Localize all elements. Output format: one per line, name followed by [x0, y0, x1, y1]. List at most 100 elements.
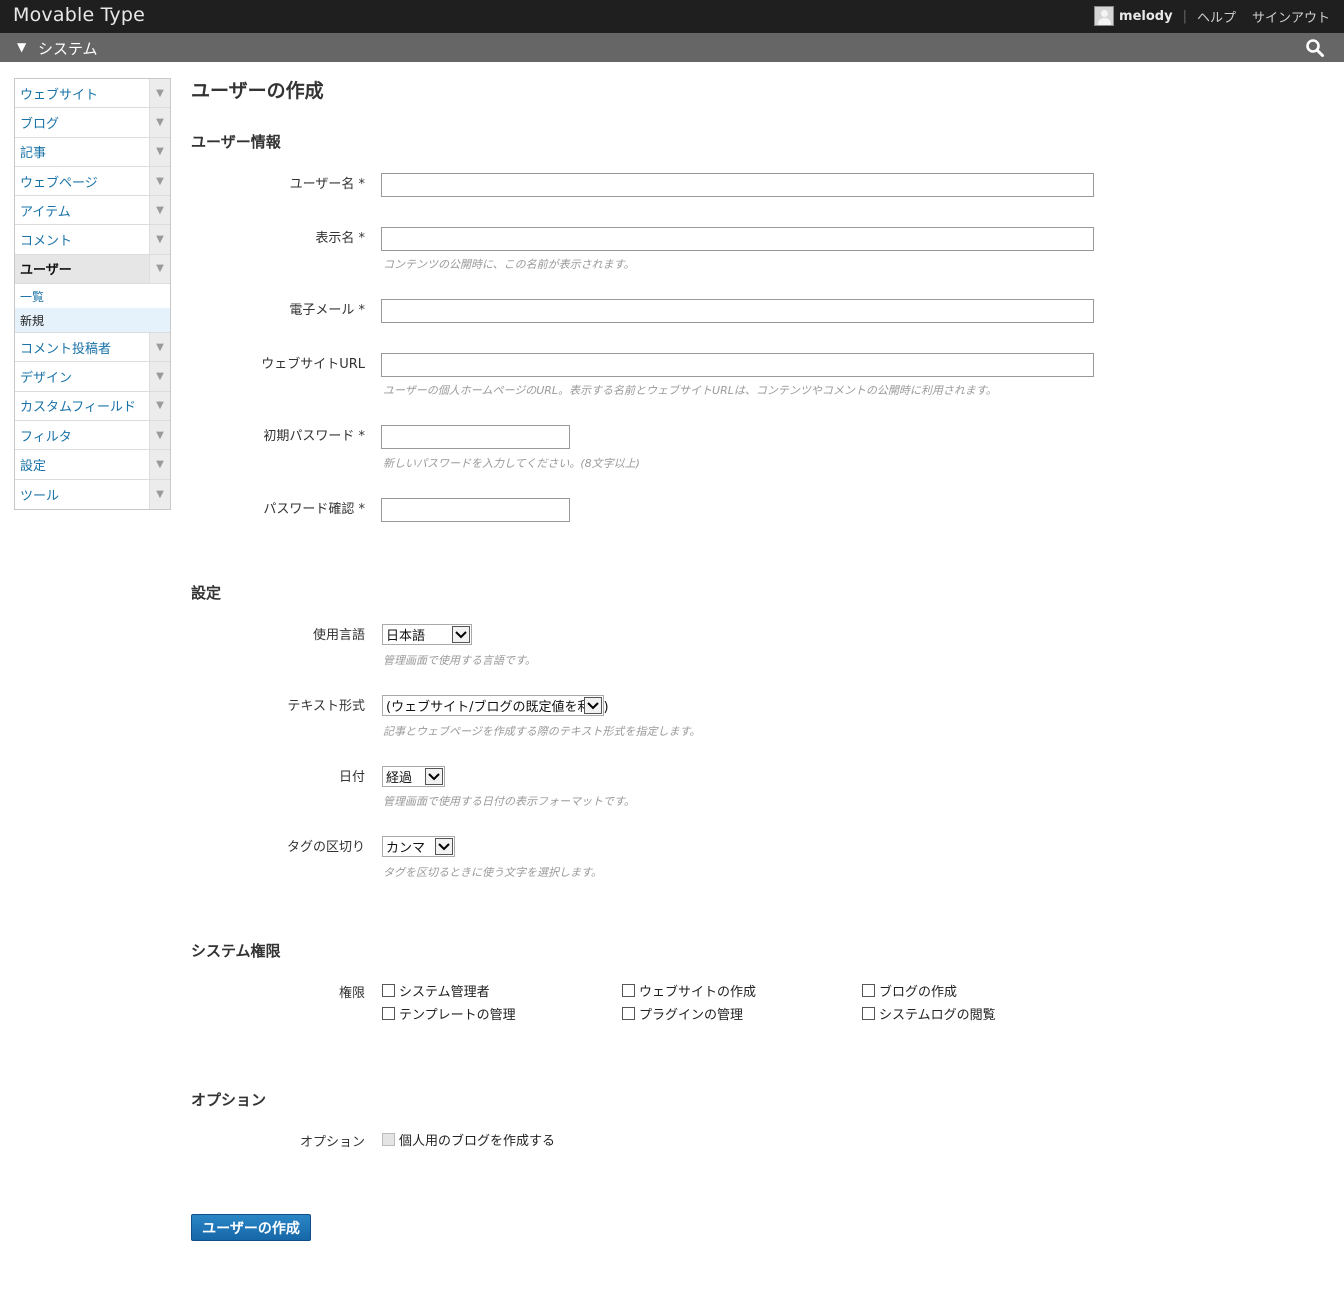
perm-label: システムログの閲覧: [879, 1008, 996, 1023]
triangle-down-icon[interactable]: ▼: [149, 362, 170, 391]
create-user-button[interactable]: ユーザーの作成: [191, 1214, 311, 1241]
sidebar-item-design[interactable]: デザイン ▼: [15, 362, 170, 392]
triangle-down-icon[interactable]: ▼: [149, 79, 170, 108]
triangle-down-icon[interactable]: ▼: [149, 137, 170, 166]
displayname-field[interactable]: [381, 227, 1094, 251]
sidebar-item-label[interactable]: ウェブページ: [20, 172, 98, 191]
tagdelim-label: タグの区切り: [286, 840, 365, 855]
triangle-down-icon[interactable]: ▼: [149, 254, 170, 284]
brand-logo[interactable]: Movable Type: [13, 4, 145, 26]
language-select-value: 日本語: [386, 629, 426, 644]
chevron-down-icon[interactable]: [452, 626, 470, 643]
textformat-select[interactable]: (ウェブサイト/ブログの既定値を利用): [382, 695, 609, 716]
triangle-down-icon[interactable]: ▼: [149, 108, 170, 137]
username-link[interactable]: melody: [1119, 9, 1173, 24]
checkbox[interactable]: [382, 1133, 395, 1146]
sidebar-item-websites[interactable]: ウェブサイト ▼: [15, 79, 170, 109]
email-field[interactable]: [381, 299, 1094, 323]
date-hint: 管理画面で使用する日付の表示フォーマットです。: [383, 795, 635, 808]
sidebar-item-commenters[interactable]: コメント投稿者 ▼: [15, 333, 170, 363]
sidebar-item-label[interactable]: カスタムフィールド: [20, 396, 136, 415]
perm-label: システム管理者: [399, 985, 490, 1000]
url-label: ウェブサイトURL: [261, 357, 365, 372]
sidebar-item-label[interactable]: コメント: [20, 230, 72, 249]
checkbox[interactable]: [622, 1007, 635, 1020]
language-select[interactable]: 日本語: [382, 624, 472, 645]
user-area: melody | ヘルプ サインアウト: [1094, 6, 1330, 26]
sidebar-subitem-list[interactable]: 一覧: [15, 284, 170, 308]
sidebar-item-label[interactable]: アイテム: [20, 201, 71, 220]
url-hint: ユーザーの個人ホームページのURL。表示する名前とウェブサイトURLは、コンテン…: [383, 384, 997, 397]
checkbox[interactable]: [382, 984, 395, 997]
password-field[interactable]: [381, 425, 570, 449]
sidebar-item-label[interactable]: 設定: [20, 455, 46, 474]
sidebar-item-label[interactable]: フィルタ: [20, 426, 72, 445]
search-icon[interactable]: [1305, 38, 1325, 58]
checkbox[interactable]: [622, 984, 635, 997]
displayname-hint: コンテンツの公開時に、この名前が表示されます。: [383, 258, 635, 271]
displayname-label: 表示名 *: [315, 231, 365, 246]
sidebar-item-label[interactable]: ブログ: [20, 113, 59, 132]
tag-delimiter-select[interactable]: カンマ: [382, 836, 455, 857]
date-format-select[interactable]: 経過: [382, 766, 445, 787]
sidebar-item-users[interactable]: ユーザー ▼: [15, 254, 170, 285]
triangle-down-icon[interactable]: ▼: [149, 450, 170, 479]
password-confirm-field[interactable]: [381, 498, 570, 522]
username-field[interactable]: [381, 173, 1094, 197]
triangle-down-icon[interactable]: ▼: [149, 333, 170, 362]
triangle-down-icon[interactable]: ▼: [149, 196, 170, 225]
sidebar-item-label[interactable]: コメント投稿者: [20, 338, 111, 357]
sidebar-item-label[interactable]: ユーザー: [20, 259, 72, 278]
tag-delimiter-select-value: カンマ: [386, 841, 426, 856]
sidebar-item-assets[interactable]: アイテム ▼: [15, 196, 170, 226]
chevron-down-icon[interactable]: [435, 838, 453, 855]
sidebar-item-label[interactable]: デザイン: [20, 367, 72, 386]
header-separator: |: [1182, 8, 1187, 24]
sidebar-item-label[interactable]: ウェブサイト: [20, 84, 98, 103]
triangle-down-icon[interactable]: ▼: [149, 166, 170, 196]
page-title: ユーザーの作成: [191, 80, 324, 102]
sidebar-item-comments[interactable]: コメント ▼: [15, 225, 170, 255]
sidebar-item-filters[interactable]: フィルタ ▼: [15, 420, 170, 451]
language-hint: 管理画面で使用する言語です。: [383, 654, 536, 667]
date-format-select-value: 経過: [386, 771, 413, 786]
help-link[interactable]: ヘルプ: [1197, 7, 1236, 26]
sidebar-item-blogs[interactable]: ブログ ▼: [15, 108, 170, 138]
create-personal-blog-option[interactable]: 個人用のブログを作成する: [382, 1130, 555, 1149]
password-label: 初期パスワード *: [263, 429, 365, 444]
perm-view-system-log[interactable]: システムログの閲覧: [862, 1004, 996, 1023]
perm-manage-plugins[interactable]: プラグインの管理: [622, 1004, 743, 1023]
perm-create-blog[interactable]: ブログの作成: [862, 981, 957, 1000]
perm-manage-templates[interactable]: テンプレートの管理: [382, 1004, 516, 1023]
triangle-down-icon[interactable]: ▼: [17, 40, 26, 54]
avatar-icon[interactable]: [1094, 6, 1115, 26]
checkbox[interactable]: [382, 1007, 395, 1020]
section-title-user-info: ユーザー情報: [191, 133, 281, 151]
perm-system-admin[interactable]: システム管理者: [382, 981, 490, 1000]
signout-link[interactable]: サインアウト: [1252, 7, 1330, 26]
system-bar: ▼ システム: [0, 33, 1344, 62]
triangle-down-icon[interactable]: ▼: [149, 479, 170, 509]
sidebar-item-entries[interactable]: 記事 ▼: [15, 137, 170, 167]
perm-label: テンプレートの管理: [399, 1008, 516, 1023]
chevron-down-icon[interactable]: [584, 697, 602, 714]
triangle-down-icon[interactable]: ▼: [149, 225, 170, 254]
sidebar-item-settings[interactable]: 設定 ▼: [15, 450, 170, 480]
sidebar-subitem-new[interactable]: 新規: [15, 308, 170, 333]
sidebar-item-label[interactable]: 記事: [20, 142, 46, 161]
sidebar-menu: ウェブサイト ▼ ブログ ▼ 記事 ▼ ウェブページ ▼ アイテム ▼ コメント…: [14, 78, 171, 510]
checkbox[interactable]: [862, 1007, 875, 1020]
url-field[interactable]: [381, 353, 1094, 377]
sidebar-item-pages[interactable]: ウェブページ ▼: [15, 166, 170, 197]
triangle-down-icon[interactable]: ▼: [149, 420, 170, 450]
checkbox[interactable]: [862, 984, 875, 997]
sidebar-item-label[interactable]: ツール: [20, 485, 59, 504]
chevron-down-icon[interactable]: [425, 768, 443, 785]
sidebar-item-custom-fields[interactable]: カスタムフィールド ▼: [15, 391, 170, 421]
perm-create-website[interactable]: ウェブサイトの作成: [622, 981, 756, 1000]
system-scope-label[interactable]: システム: [38, 38, 98, 59]
email-label: 電子メール *: [289, 303, 365, 318]
section-title-settings: 設定: [191, 584, 222, 602]
triangle-down-icon[interactable]: ▼: [149, 391, 170, 420]
sidebar-item-tools[interactable]: ツール ▼: [15, 479, 170, 509]
